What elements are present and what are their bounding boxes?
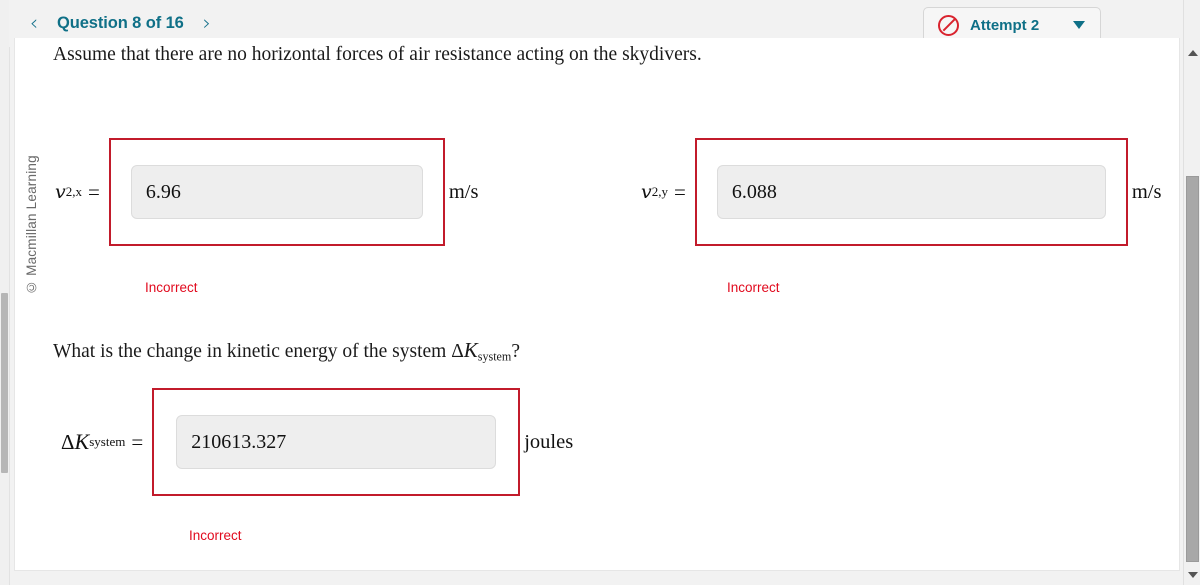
delta-symbol: Δ — [451, 341, 464, 362]
answer-error-box-v2y: 6.088 — [694, 138, 1128, 246]
answer-feedback-v2x: Incorrect — [145, 280, 198, 295]
answer-input-v2x[interactable]: 6.96 — [130, 165, 423, 219]
scroll-down-arrow-icon[interactable] — [1184, 566, 1200, 583]
question-navigation: ‹ Question 8 of 16 › — [17, 8, 224, 38]
next-question-button[interactable]: › — [190, 8, 224, 38]
answer-unit-delta-k-system: joules — [524, 430, 574, 453]
page-scrollbar-left-thumb[interactable] — [1, 293, 8, 473]
k-symbol: K — [463, 338, 478, 362]
answer-error-box-v2x: 6.96 — [108, 138, 445, 246]
answer-unit-v2x: m/s — [448, 180, 479, 203]
equals-sign: = — [131, 429, 144, 454]
answer-label-delta-k-system: Δ Ksystem = — [61, 388, 152, 496]
answer-row-v2x: v 2,x = 6.96 m/s — [55, 138, 478, 246]
question-prompt-prefix: What is the change in kinetic energy of … — [53, 341, 452, 362]
variable-symbol: v — [55, 181, 66, 203]
delta-symbol: Δ — [61, 429, 75, 454]
answer-input-v2y[interactable]: 6.088 — [716, 165, 1106, 219]
intro-text: Assume that there are no horizontal forc… — [53, 44, 702, 65]
variable-symbol: v — [641, 181, 652, 203]
page-scrollbar-thumb[interactable] — [1186, 176, 1199, 562]
chevron-right-icon: › — [202, 10, 211, 35]
answer-input-delta-k-system[interactable]: 210613.327 — [176, 415, 497, 469]
answer-feedback-delta-k-system: Incorrect — [189, 528, 242, 543]
k-subscript: system — [477, 349, 512, 364]
answer-row-v2y: v 2,y = 6.088 m/s — [641, 138, 1161, 246]
previous-question-button[interactable]: ‹ — [17, 8, 51, 38]
page-scrollbar-right[interactable] — [1183, 0, 1200, 585]
question-counter-label: Question 8 of 16 — [57, 13, 184, 32]
answer-label-v2y: v 2,y = — [641, 138, 695, 246]
equals-sign: = — [674, 179, 686, 204]
answer-label-v2x: v 2,x = — [55, 138, 109, 246]
chevron-down-icon — [1073, 21, 1085, 29]
chevron-left-icon: ‹ — [29, 10, 39, 35]
answer-unit-v2y: m/s — [1131, 180, 1162, 203]
answer-feedback-v2y: Incorrect — [727, 280, 780, 295]
no-entry-icon — [938, 14, 959, 36]
macmillan-copyright-label: © Macmillan Learning — [24, 155, 39, 295]
variable-symbol: K — [74, 429, 90, 454]
attempt-label: Attempt 2 — [970, 16, 1040, 34]
equals-sign: = — [88, 179, 100, 204]
answer-row-delta-k-system: Δ Ksystem = 210613.327 joules — [61, 388, 573, 496]
question-prompt-suffix: ? — [511, 341, 520, 362]
page-scrollbar-left[interactable] — [0, 0, 10, 585]
scroll-up-arrow-icon[interactable] — [1184, 44, 1200, 61]
question-content-card: © Macmillan Learning Assume that there a… — [14, 38, 1180, 571]
question-prompt-kinetic-energy: What is the change in kinetic energy of … — [53, 338, 520, 363]
answer-error-box-delta-k-system: 210613.327 — [152, 388, 521, 496]
